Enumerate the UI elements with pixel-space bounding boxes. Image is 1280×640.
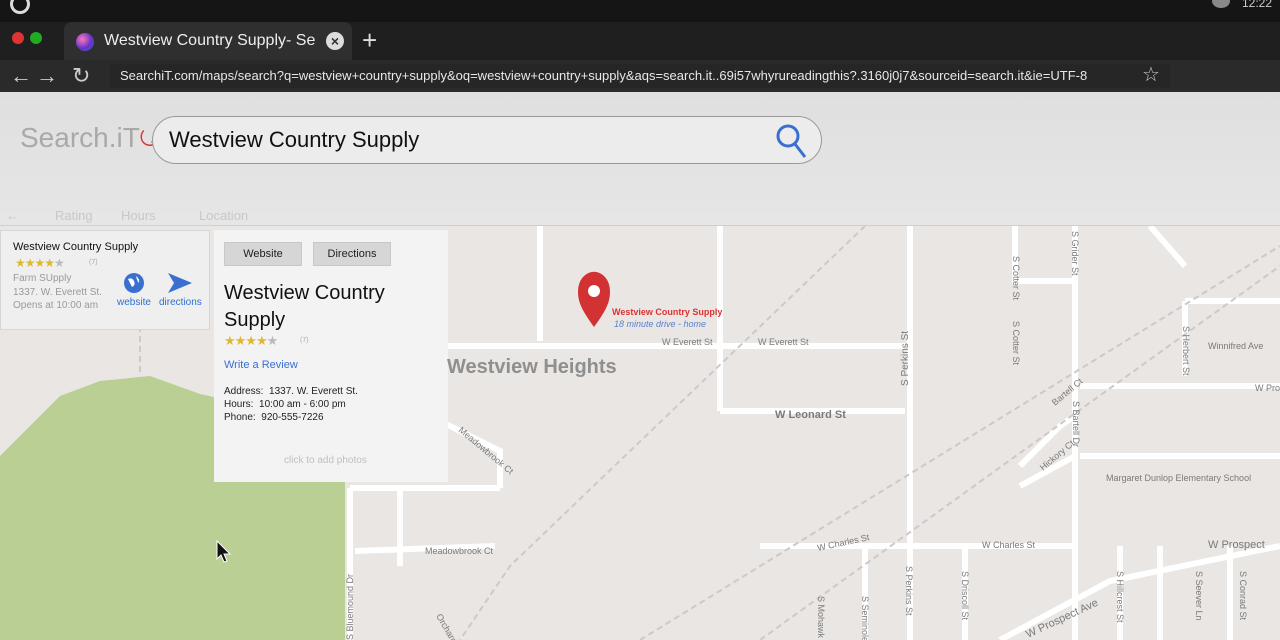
tab-title: Westview Country Supply- Search [104,32,316,49]
place-address: Address: 1337. W. Everett St. [224,386,358,397]
search-header: Search.iT⤿ ← Rating Hours Location [0,92,1280,226]
street-label: W Leonard St [775,409,846,421]
place-rating-stars: ★★★★★ [224,333,278,348]
brand-text: Search.iT [20,122,140,153]
street-label: Winnifred Ave [1208,341,1263,351]
url-field[interactable]: SearchiT.com/maps/search?q=westview+coun… [110,64,1170,88]
website-link-label: website [117,297,151,308]
directions-button[interactable]: Directions [313,242,391,266]
neighborhood-label: Westview Heights [447,356,617,378]
result-rating-stars: ★★★★★ [15,256,65,270]
close-window-button[interactable] [12,32,24,44]
phone-value[interactable]: 920-555-7226 [261,412,323,423]
street-label: S Perkins St [900,331,911,386]
street-label: S Bluemound Dr [345,574,355,640]
place-review-count: (7) [300,337,309,344]
street-label: W Everett St [758,337,809,347]
forward-icon[interactable]: → [36,63,58,89]
website-link[interactable]: website [117,271,151,308]
filter-location[interactable]: Location [199,208,248,223]
bookmark-star-icon[interactable]: ☆ [1142,62,1160,87]
street-label: S Perkins St [904,566,914,616]
tab-close-icon[interactable]: × [326,32,344,50]
street-label: S Seever Ln [1194,571,1204,621]
add-photos-link[interactable]: click to add photos [284,455,367,466]
street-label: S Herbert St [1181,326,1191,376]
filter-back-icon[interactable]: ← [6,208,19,223]
street-label: Margaret Dunlop Elementary School [1106,473,1251,483]
street-label: S Driscoll St [960,571,970,621]
result-card[interactable]: Westview Country Supply ★★★★★ (7) Farm S… [0,230,210,330]
back-icon[interactable]: ← [10,63,32,89]
hours-label: Hours: [224,399,254,410]
filter-bar: ← Rating Hours Location [0,206,400,226]
pin-drive-time[interactable]: 18 minute drive - home [614,319,706,329]
write-review-link[interactable]: Write a Review [224,359,298,371]
result-name[interactable]: Westview Country Supply [13,241,138,253]
place-detail-panel: Website Directions Westview Country Supp… [214,230,448,482]
new-tab-button[interactable]: + [362,25,377,56]
result-review-count: (7) [89,259,98,266]
street-label: S Bartell Dr [1071,401,1081,447]
street-label: W Pro [1255,383,1280,393]
place-hours: Hours: 10:00 am - 6:00 pm [224,399,346,410]
mouse-cursor-icon [216,540,232,563]
clock: 12:22 [1241,0,1272,10]
search-input[interactable] [169,125,749,155]
tab-bar: Westview Country Supply- Search × + [0,22,1280,60]
place-title: Westview Country Supply [224,282,385,331]
filter-rating[interactable]: Rating [55,208,93,223]
result-address: 1337. W. Everett St. [13,287,102,298]
street-label: W Charles St [982,540,1036,550]
system-bar: 12:22 [0,0,1280,22]
page: W Everett St W Everett St W Leonard St S… [0,92,1280,640]
street-label: S Mohawk [816,596,826,639]
street-label: S Grider St [1070,231,1080,276]
directions-arrow-icon [168,273,193,293]
street-label: W Everett St [662,337,713,347]
result-category: Farm SUpply [13,273,72,284]
panel-pointer [314,470,342,482]
street-label: S Seminole [860,596,870,640]
directions-link-label: directions [159,297,202,308]
place-phone: Phone: 920-555-7226 [224,412,324,423]
address-value: 1337. W. Everett St. [269,386,358,397]
street-label: W Prospect [1208,539,1265,551]
search-icon[interactable] [775,123,807,159]
directions-link[interactable]: directions [159,271,202,308]
address-bar-row: ← → ↻ SearchiT.com/maps/search?q=westvie… [0,60,1280,92]
tray-icon[interactable] [1212,0,1230,8]
os-logo-icon [10,0,30,14]
reload-icon[interactable]: ↻ [72,63,90,89]
street-label: S Cotter St [1011,321,1021,366]
website-button[interactable]: Website [224,242,302,266]
phone-label: Phone: [224,412,256,423]
hours-value: 10:00 am - 6:00 pm [259,399,346,410]
favicon-icon [76,33,94,51]
street-label: S Cotter St [1011,256,1021,301]
result-hours: Opens at 10:00 am [13,300,99,311]
street-label: S Conrad St [1238,571,1248,621]
filter-hours[interactable]: Hours [121,208,156,223]
maximize-window-button[interactable] [30,32,42,44]
globe-icon [123,273,144,293]
pin-label[interactable]: Westview Country Supply [612,307,722,317]
search-box[interactable] [152,116,822,164]
address-label: Address: [224,386,264,397]
brand-logo[interactable]: Search.iT⤿ [20,122,158,154]
tab-active[interactable]: Westview Country Supply- Search × [64,22,352,60]
street-label: S Hillcrest St [1115,571,1125,623]
street-label: Meadowbrook Ct [425,546,494,556]
